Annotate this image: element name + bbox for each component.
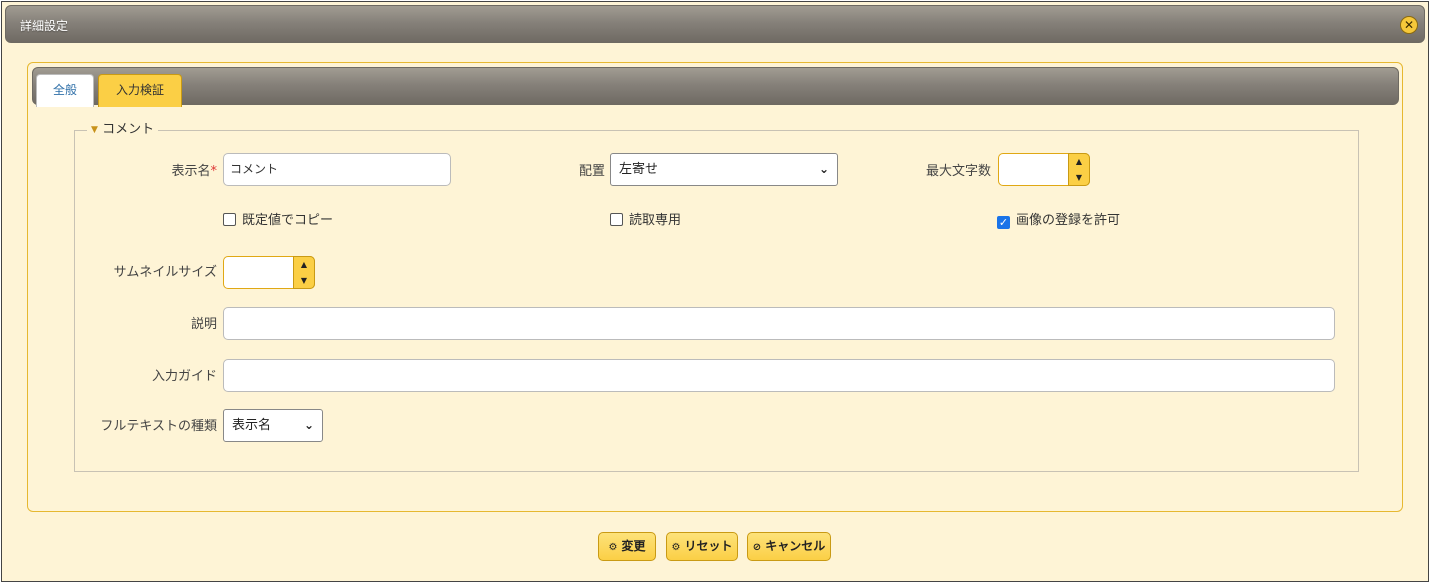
reset-button-label: リセット: [684, 539, 733, 553]
collapse-triangle-icon: ▼: [91, 125, 98, 135]
tab-panel: 全般 入力検証 ▼ コメント 表示名* コメント 配置 左寄せ ⌄ 最大文字数: [27, 62, 1403, 512]
fulltext-type-value: 表示名: [232, 418, 272, 433]
copy-default-label: 既定値でコピー: [242, 213, 334, 228]
stepper-up-icon[interactable]: ▲: [294, 257, 314, 272]
settings-dialog: 詳細設定 ✕ 全般 入力検証 ▼ コメント 表示名* コメント 配置 左寄せ ⌄: [1, 1, 1429, 582]
display-name-input[interactable]: コメント: [223, 153, 451, 186]
checkbox-unchecked-icon: [610, 213, 623, 226]
read-only-checkbox[interactable]: 読取専用: [610, 213, 681, 229]
gear-icon: ⚙: [608, 542, 618, 553]
allow-image-checkbox[interactable]: ✓ 画像の登録を許可: [997, 213, 1120, 229]
input-guide-label: 入力ガイド: [151, 369, 217, 384]
thumbnail-size-label: サムネイルサイズ: [113, 265, 217, 280]
fulltext-type-select[interactable]: 表示名 ⌄: [223, 409, 323, 442]
stepper-down-icon[interactable]: ▼: [294, 273, 314, 288]
read-only-label: 読取専用: [629, 213, 682, 228]
cancel-circle-icon: ⊘: [752, 542, 762, 553]
checkbox-unchecked-icon: [223, 213, 236, 226]
close-button[interactable]: ✕: [1400, 16, 1418, 34]
chevron-down-icon: ⌄: [818, 162, 829, 176]
stepper-down-icon[interactable]: ▼: [1069, 170, 1089, 185]
max-chars-stepper[interactable]: ▲ ▼: [998, 153, 1090, 186]
tab-input-validation[interactable]: 入力検証: [98, 74, 182, 107]
fieldset-legend[interactable]: ▼ コメント: [87, 122, 159, 137]
chevron-down-icon: ⌄: [303, 418, 314, 432]
thumbnail-size-stepper[interactable]: ▲ ▼: [223, 256, 315, 289]
fulltext-type-label: フルテキストの種類: [100, 419, 217, 434]
copy-default-checkbox[interactable]: 既定値でコピー: [223, 213, 333, 229]
input-guide-input[interactable]: [223, 359, 1335, 392]
legend-label: コメント: [102, 122, 155, 137]
cancel-button-label: キャンセル: [765, 539, 826, 553]
dialog-title: 詳細設定: [20, 19, 69, 33]
display-name-label: 表示名*: [135, 164, 217, 180]
alignment-value: 左寄せ: [619, 162, 659, 177]
tab-general[interactable]: 全般: [36, 74, 94, 107]
max-chars-label: 最大文字数: [925, 164, 991, 179]
display-name-label-text: 表示名: [171, 164, 211, 179]
change-button[interactable]: ⚙ 変更: [598, 532, 656, 561]
tab-bar: 全般 入力検証: [32, 67, 1399, 107]
dialog-titlebar: 詳細設定 ✕: [5, 5, 1425, 43]
thumbnail-size-stepper-buttons: ▲ ▼: [293, 256, 315, 289]
description-input[interactable]: [223, 307, 1335, 340]
close-icon: ✕: [1403, 18, 1415, 32]
alignment-select[interactable]: 左寄せ ⌄: [610, 153, 838, 186]
checkbox-checked-icon: ✓: [997, 216, 1010, 229]
stepper-up-icon[interactable]: ▲: [1069, 154, 1089, 169]
required-mark: *: [210, 164, 218, 179]
comment-fieldset: ▼ コメント 表示名* コメント 配置 左寄せ ⌄ 最大文字数 ▲ ▼ 既定値で…: [74, 123, 1359, 472]
alignment-label: 配置: [578, 164, 605, 179]
description-label: 説明: [190, 317, 217, 332]
allow-image-label: 画像の登録を許可: [1016, 213, 1121, 228]
change-button-label: 変更: [621, 539, 646, 553]
reset-button[interactable]: ⚙ リセット: [666, 532, 738, 561]
cancel-button[interactable]: ⊘ キャンセル: [747, 532, 831, 561]
max-chars-stepper-buttons: ▲ ▼: [1068, 153, 1090, 186]
gear-icon: ⚙: [671, 542, 681, 553]
